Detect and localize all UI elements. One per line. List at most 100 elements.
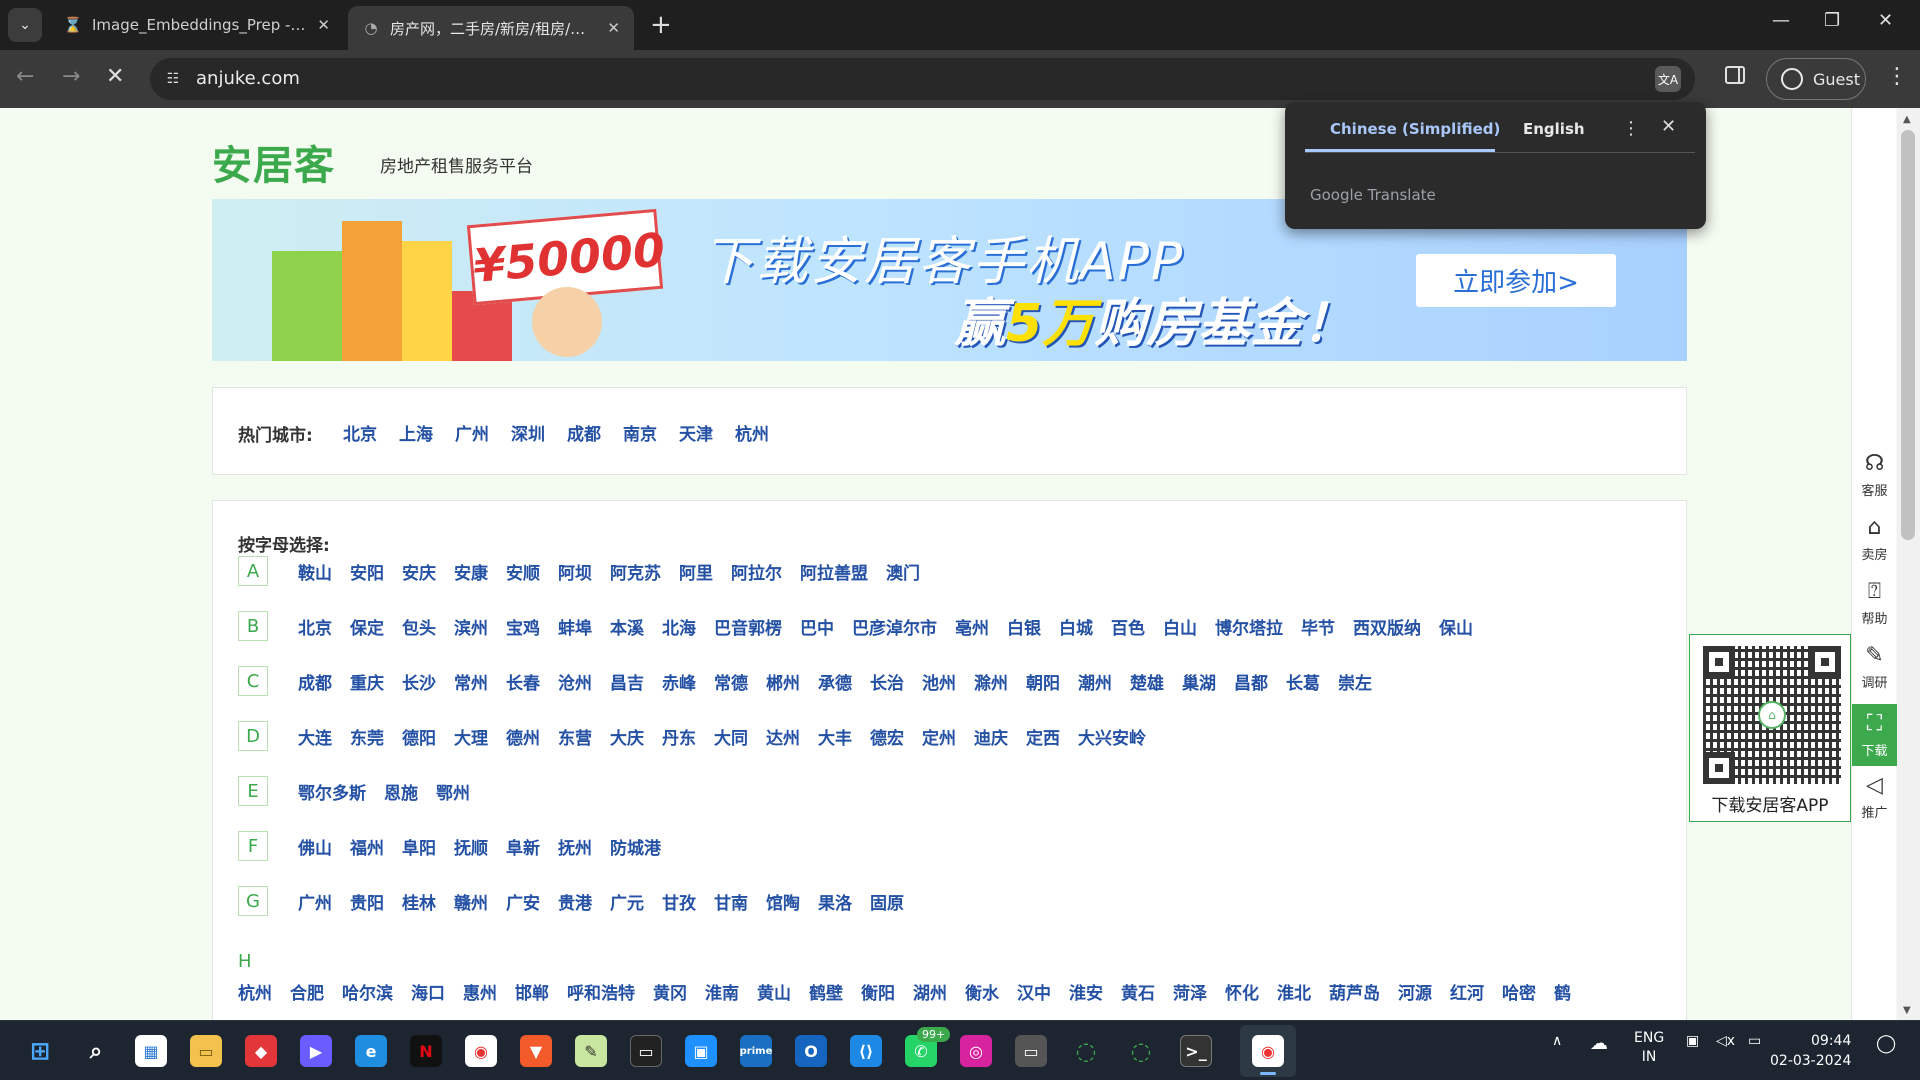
hot-city-link[interactable]: 北京 (343, 420, 377, 445)
city-link[interactable]: 抚顺 (454, 834, 488, 859)
city-link[interactable]: 衡水 (965, 979, 999, 1004)
city-link[interactable]: 广州 (298, 889, 332, 914)
city-link[interactable]: 白山 (1163, 614, 1197, 639)
profile-button[interactable]: Guest (1766, 58, 1866, 100)
translate-target-tab[interactable]: English (1523, 120, 1585, 138)
city-link[interactable]: 长葛 (1286, 669, 1320, 694)
city-link[interactable]: 大兴安岭 (1078, 724, 1146, 749)
city-link[interactable]: 德阳 (402, 724, 436, 749)
city-link[interactable]: 大同 (714, 724, 748, 749)
city-link[interactable]: 鹤 (1554, 979, 1571, 1004)
city-link[interactable]: 菏泽 (1173, 979, 1207, 1004)
city-link[interactable]: 海口 (411, 979, 445, 1004)
browser-menu-icon[interactable]: ⋮ (1886, 64, 1908, 89)
city-link[interactable]: 淮北 (1277, 979, 1311, 1004)
netflix-icon[interactable]: N (410, 1035, 442, 1067)
close-tab-icon[interactable]: ✕ (607, 19, 620, 37)
city-link[interactable]: 鄂尔多斯 (298, 779, 366, 804)
city-link[interactable]: 赤峰 (662, 669, 696, 694)
city-link[interactable]: 常州 (454, 669, 488, 694)
city-link[interactable]: 昌都 (1234, 669, 1268, 694)
city-link[interactable]: 常德 (714, 669, 748, 694)
city-link[interactable]: 衡阳 (861, 979, 895, 1004)
city-link[interactable]: 德宏 (870, 724, 904, 749)
city-link[interactable]: 安顺 (506, 559, 540, 584)
city-link[interactable]: 郴州 (766, 669, 800, 694)
terminal-icon[interactable]: ▭ (630, 1035, 662, 1067)
city-link[interactable]: 哈密 (1502, 979, 1536, 1004)
city-link[interactable]: 黄冈 (653, 979, 687, 1004)
city-link[interactable]: 合肥 (290, 979, 324, 1004)
city-link[interactable]: 大连 (298, 724, 332, 749)
city-link[interactable]: 宝鸡 (506, 614, 540, 639)
city-link[interactable]: 甘孜 (662, 889, 696, 914)
tab-anjuke[interactable]: ◔ 房产网，二手房/新房/租房/写字楼 ✕ (348, 6, 634, 50)
city-link[interactable]: 馆陶 (766, 889, 800, 914)
city-link[interactable]: 惠州 (463, 979, 497, 1004)
scrollbar-thumb[interactable] (1901, 130, 1915, 540)
close-window-button[interactable]: ✕ (1878, 10, 1893, 31)
city-link[interactable]: 保定 (350, 614, 384, 639)
city-link[interactable]: 怀化 (1225, 979, 1259, 1004)
banner-cta-button[interactable]: 立即参加> (1416, 254, 1616, 307)
city-link[interactable]: 福州 (350, 834, 384, 859)
city-link[interactable]: 长春 (506, 669, 540, 694)
translate-source-tab[interactable]: Chinese (Simplified) (1330, 120, 1500, 138)
site-logo[interactable]: 安居客 (212, 133, 335, 191)
chrome-icon[interactable]: ◉ (465, 1035, 497, 1067)
city-link[interactable]: 达州 (766, 724, 800, 749)
city-link[interactable]: 黄山 (757, 979, 791, 1004)
cloud-icon[interactable]: ☁ (1590, 1033, 1608, 1054)
city-link[interactable]: 恩施 (384, 779, 418, 804)
hot-city-link[interactable]: 成都 (567, 420, 601, 445)
city-link[interactable]: 亳州 (955, 614, 989, 639)
translate-options-icon[interactable]: ⋮ (1622, 118, 1640, 139)
city-link[interactable]: 贵港 (558, 889, 592, 914)
city-link[interactable]: 阜阳 (402, 834, 436, 859)
search-icon[interactable]: ⌕ (80, 1035, 112, 1067)
address-bar[interactable]: ☷ anjuke.com 文A (150, 58, 1695, 100)
chrome-icon[interactable]: ◉ (1252, 1035, 1284, 1067)
app-download-card[interactable]: ⌂ 下载安居客APP (1689, 634, 1851, 822)
city-link[interactable]: 甘南 (714, 889, 748, 914)
city-link[interactable]: 安庆 (402, 559, 436, 584)
close-tab-icon[interactable]: ✕ (317, 16, 330, 34)
side-tool-help[interactable]: ⍰ 帮助 (1852, 572, 1897, 634)
city-link[interactable]: 湖州 (913, 979, 947, 1004)
city-link[interactable]: 黄石 (1121, 979, 1155, 1004)
tab-search-button[interactable]: ⌄ (8, 8, 42, 42)
city-link[interactable]: 阿拉尔 (731, 559, 782, 584)
city-link[interactable]: 抚州 (558, 834, 592, 859)
city-link[interactable]: 北京 (298, 614, 332, 639)
letter-badge[interactable]: D (238, 721, 268, 751)
city-link[interactable]: 赣州 (454, 889, 488, 914)
city-link[interactable]: 崇左 (1338, 669, 1372, 694)
city-link[interactable]: 阿克苏 (610, 559, 661, 584)
city-link[interactable]: 重庆 (350, 669, 384, 694)
city-link[interactable]: 大理 (454, 724, 488, 749)
city-link[interactable]: 潮州 (1078, 669, 1112, 694)
letter-badge[interactable]: G (238, 886, 268, 916)
city-link[interactable]: 鞍山 (298, 559, 332, 584)
city-link[interactable]: 沧州 (558, 669, 592, 694)
site-info-icon[interactable]: ☷ (162, 68, 184, 90)
hot-city-link[interactable]: 广州 (455, 420, 489, 445)
letter-badge[interactable]: C (238, 666, 268, 696)
city-link[interactable]: 长治 (870, 669, 904, 694)
red-app-icon[interactable]: ◆ (245, 1035, 277, 1067)
scroll-down-icon[interactable]: ▼ (1903, 1005, 1911, 1016)
city-link[interactable]: 巢湖 (1182, 669, 1216, 694)
city-link[interactable]: 安阳 (350, 559, 384, 584)
city-link[interactable]: 大庆 (610, 724, 644, 749)
city-link[interactable]: 北海 (662, 614, 696, 639)
city-link[interactable]: 定西 (1026, 724, 1060, 749)
city-link[interactable]: 阿里 (679, 559, 713, 584)
city-link[interactable]: 淮南 (705, 979, 739, 1004)
stop-loading-button[interactable]: ✕ (106, 64, 124, 89)
city-link[interactable]: 葫芦岛 (1329, 979, 1380, 1004)
city-link[interactable]: 长沙 (402, 669, 436, 694)
forward-button[interactable]: → (62, 64, 80, 89)
city-link[interactable]: 邯郸 (515, 979, 549, 1004)
network-icon[interactable]: ▣ (1686, 1033, 1699, 1049)
city-link[interactable]: 百色 (1111, 614, 1145, 639)
